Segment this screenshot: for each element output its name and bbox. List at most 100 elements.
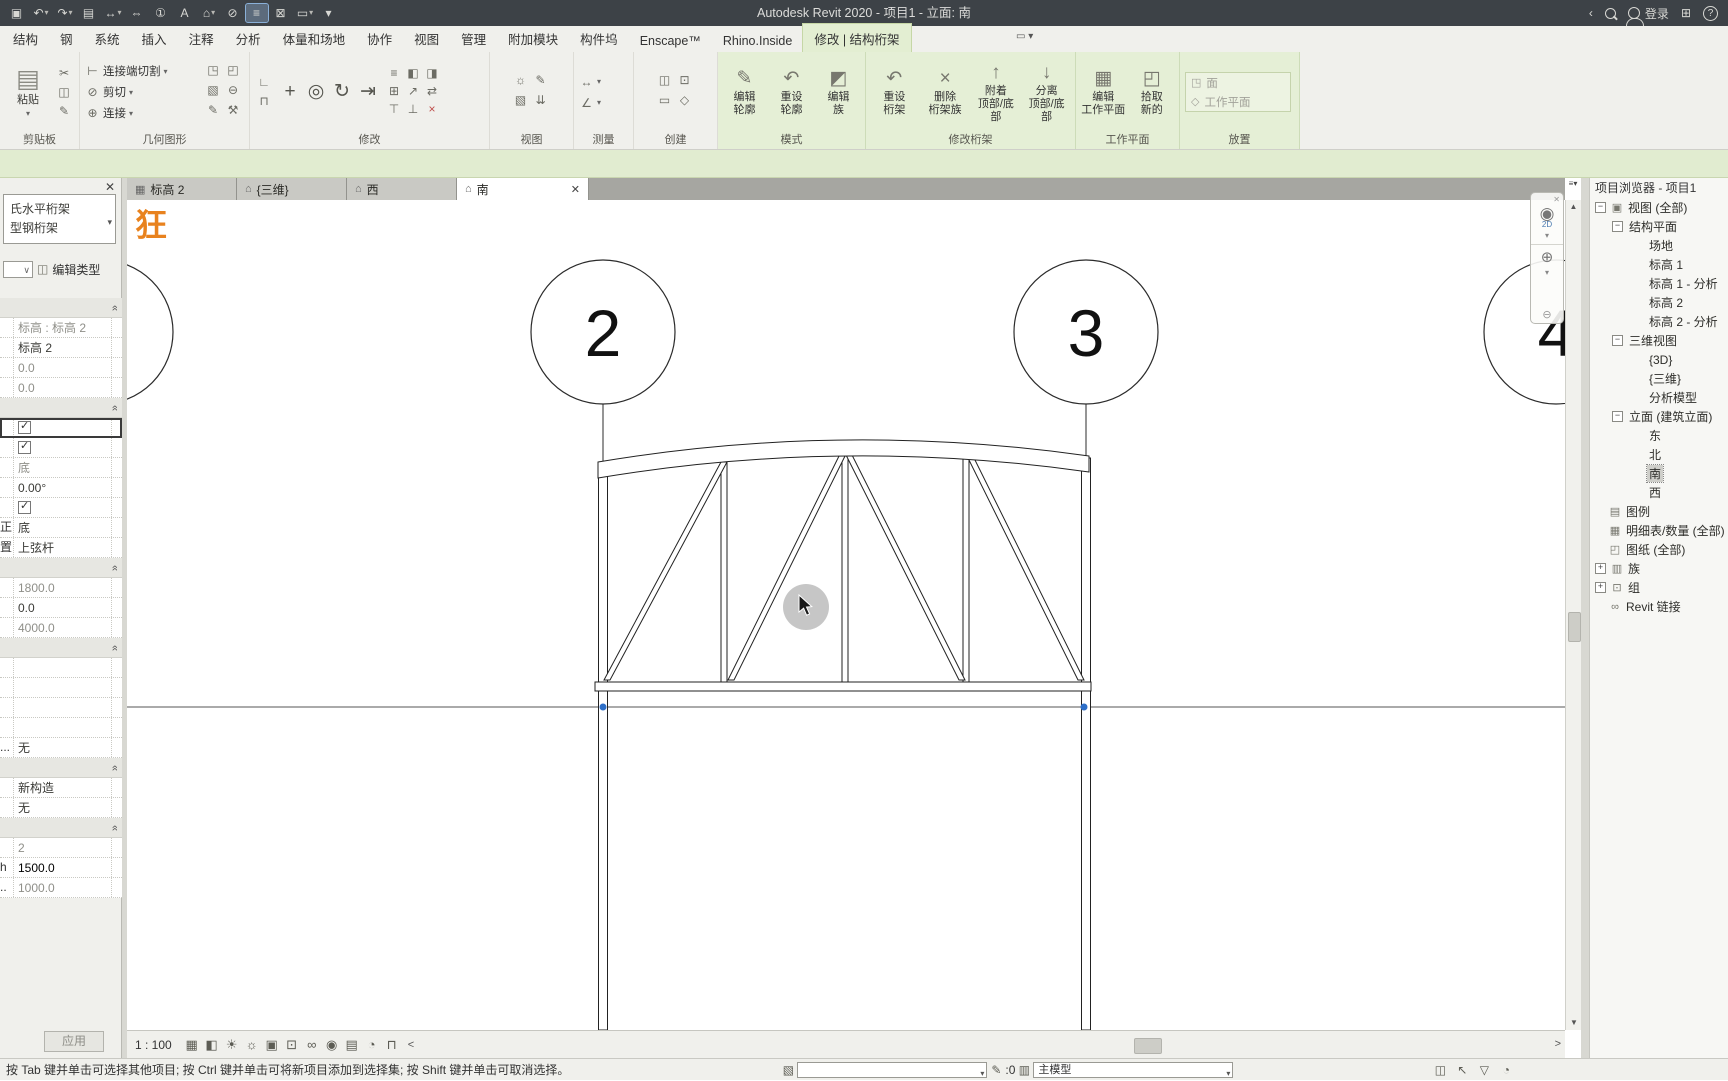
worksharing-display-icon[interactable]: ◔	[362, 1035, 382, 1055]
tree-expander[interactable]: +	[1595, 582, 1606, 593]
ribbon-tab[interactable]: 构件坞	[569, 24, 629, 52]
tree-item[interactable]: 标高 2 - 分析	[1590, 312, 1728, 331]
tree-expander[interactable]	[1634, 355, 1643, 364]
shadows-icon[interactable]: ☼	[242, 1035, 262, 1055]
attach-top-bottom-button[interactable]: ↑附着顶部/底部	[973, 61, 1020, 124]
measure-icon[interactable]: ↔▾	[102, 4, 124, 22]
property-row[interactable]: 正 底	[0, 518, 122, 538]
view-scale-button[interactable]: 1 : 100	[135, 1038, 172, 1052]
truss-bottom-chord[interactable]	[595, 682, 1091, 691]
tree-item[interactable]: ∞ Revit 链接	[1590, 597, 1728, 616]
checkbox[interactable]	[18, 421, 31, 434]
tree-item[interactable]: 西	[1590, 483, 1728, 502]
tree-expander[interactable]: −	[1612, 335, 1623, 346]
property-row[interactable]: 无	[0, 798, 122, 818]
property-row[interactable]: 0.00°	[0, 478, 122, 498]
paint-icon[interactable]: ✎	[204, 102, 222, 119]
match-type-properties-icon[interactable]: ✎	[55, 103, 73, 120]
array-icon[interactable]: ⊞	[385, 83, 403, 100]
close-inactive-windows-icon[interactable]: ⊠	[270, 4, 292, 22]
tree-expander[interactable]	[1595, 602, 1604, 611]
property-row[interactable]: 4000.0	[0, 618, 122, 638]
sign-in-button[interactable]: 登录	[1628, 5, 1669, 22]
property-row[interactable]	[0, 398, 122, 418]
create-similar-icon[interactable]: ⊡	[676, 72, 694, 89]
worksets-icon[interactable]: ▧	[779, 1063, 797, 1077]
tree-item[interactable]: ▤ 图例	[1590, 502, 1728, 521]
angular-dimension-icon[interactable]: ∠▾	[579, 93, 601, 112]
property-row[interactable]: 新构造	[0, 778, 122, 798]
property-row[interactable]: 标高 : 标高 2	[0, 318, 122, 338]
ribbon-display-toggle[interactable]: ▭ ▾	[1010, 30, 1039, 43]
tree-expander[interactable]: +	[1595, 563, 1606, 574]
pin-icon[interactable]: ⊤	[385, 101, 403, 118]
tree-expander[interactable]	[1634, 241, 1643, 250]
scroll-up-icon[interactable]: ▲	[1570, 200, 1578, 214]
search-combo-stub[interactable]: ∨	[3, 261, 33, 278]
ribbon-tab[interactable]: 结构	[2, 24, 49, 52]
tree-item[interactable]: 南	[1590, 464, 1728, 483]
ribbon-tab[interactable]: 视图	[403, 24, 450, 52]
sun-path-icon[interactable]: ☀	[222, 1035, 242, 1055]
visual-style-icon[interactable]: ◧	[202, 1035, 222, 1055]
truss-vertical[interactable]	[721, 458, 727, 686]
property-row[interactable]	[0, 698, 122, 718]
ribbon-tab[interactable]: 修改 | 结构桁架	[803, 24, 910, 52]
app-store-icon[interactable]: ⊞	[1681, 6, 1691, 20]
hide-elements-icon[interactable]: ⇊	[532, 92, 550, 109]
property-row[interactable]: 0.0	[0, 358, 122, 378]
tree-item[interactable]: − 三维视图	[1590, 331, 1728, 350]
reset-truss-button[interactable]: ↶重设桁架	[871, 67, 918, 117]
rotate-icon[interactable]: ↻	[329, 72, 355, 112]
mirror-draw-axis-icon[interactable]: ◨	[423, 65, 441, 82]
duplicate-view-icon[interactable]: ▭	[656, 92, 674, 109]
chevron-down-icon[interactable]: ▾	[1545, 268, 1549, 277]
truss-diagonal[interactable]	[604, 462, 727, 680]
cut-geometry-menu[interactable]: ⊘剪切▾	[85, 83, 200, 102]
checkbox[interactable]	[18, 441, 31, 454]
truss-structure[interactable]	[595, 440, 1091, 1030]
selection-box-icon[interactable]: ▧	[512, 92, 530, 109]
scale-icon[interactable]: ↗	[404, 83, 422, 100]
tree-expander[interactable]	[1595, 507, 1604, 516]
reveal-hidden-elements-icon[interactable]: ☼	[512, 72, 530, 89]
property-row[interactable]	[0, 558, 122, 578]
tree-expander[interactable]	[1634, 279, 1643, 288]
property-row[interactable]	[0, 718, 122, 738]
tree-item[interactable]: 标高 2	[1590, 293, 1728, 312]
ribbon-tab[interactable]: 注释	[178, 24, 225, 52]
truss-diagonal[interactable]	[845, 453, 965, 680]
redo-icon[interactable]: ↷▾	[54, 4, 76, 22]
exclude-options-icon[interactable]: ◫	[1431, 1063, 1449, 1077]
temporary-hide-isolate-icon[interactable]: ∞	[302, 1035, 322, 1055]
temporary-view-properties-icon[interactable]: ▤	[342, 1035, 362, 1055]
tree-item[interactable]: 东	[1590, 426, 1728, 445]
edit-profile-button[interactable]: ✎编辑轮廓	[723, 67, 766, 117]
ribbon-tab[interactable]: 插入	[131, 24, 178, 52]
reveal-hidden-elements-icon[interactable]: ◉	[322, 1035, 342, 1055]
tree-item[interactable]: 标高 1 - 分析	[1590, 274, 1728, 293]
filter-icon[interactable]: ▽	[1475, 1063, 1493, 1077]
edit-family-button[interactable]: ◩编辑族	[817, 67, 860, 117]
navbar-collapse-icon[interactable]: ⊖	[1542, 308, 1551, 321]
tree-expander[interactable]: −	[1595, 202, 1606, 213]
property-row[interactable]: 底	[0, 458, 122, 478]
property-row[interactable]	[0, 678, 122, 698]
apply-button[interactable]: 应用	[44, 1031, 104, 1052]
tree-expander[interactable]	[1634, 260, 1643, 269]
ribbon-tab[interactable]: 体量和场地	[272, 24, 357, 52]
close-tab-icon[interactable]: ✕	[571, 183, 580, 196]
switch-windows-icon[interactable]: ▭▾	[294, 4, 316, 22]
beam-coping-icon[interactable]: ◰	[224, 62, 242, 79]
demolish-icon[interactable]: ⚒	[224, 102, 242, 119]
column-right[interactable]	[1082, 458, 1091, 1030]
print-icon[interactable]: ▤	[78, 4, 100, 22]
property-row[interactable]: 1800.0	[0, 578, 122, 598]
tree-expander[interactable]	[1634, 488, 1643, 497]
copy-icon[interactable]: ◫	[55, 84, 73, 101]
vertical-scrollbar[interactable]: ▲ ▼	[1565, 200, 1581, 1030]
align-icon[interactable]: ∟	[255, 74, 273, 91]
default-3d-view-icon[interactable]: ⌂▾	[198, 4, 220, 22]
ribbon-tab[interactable]: Enscape™	[629, 29, 712, 52]
tree-item[interactable]: {3D}	[1590, 350, 1728, 369]
